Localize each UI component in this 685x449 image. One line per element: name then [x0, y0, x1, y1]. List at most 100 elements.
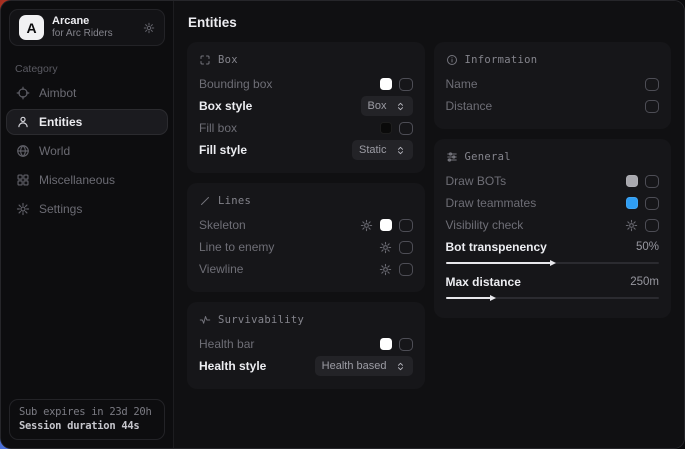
- checkbox-distance[interactable]: [645, 100, 659, 113]
- row-name: Name: [446, 73, 660, 95]
- entities-icon: [16, 115, 30, 129]
- row-skeleton: Skeleton: [199, 214, 413, 236]
- panel-title: Lines: [218, 195, 251, 207]
- row-fill-style: Fill style Static: [199, 139, 413, 161]
- chevrons-up-down-icon: [395, 145, 406, 156]
- panel-title: Box: [218, 54, 238, 66]
- pulse-icon: [199, 314, 211, 326]
- row-distance: Distance: [446, 95, 660, 117]
- color-swatch[interactable]: [380, 219, 392, 231]
- checkbox-name[interactable]: [645, 78, 659, 91]
- dropdown-value: Health based: [322, 360, 387, 372]
- slash-icon: [199, 195, 211, 207]
- slider-track[interactable]: [446, 262, 660, 264]
- panel-title: General: [465, 151, 511, 163]
- color-swatch[interactable]: [626, 197, 638, 209]
- dropdown-fill-style[interactable]: Static: [352, 140, 413, 160]
- panel-header: Survivability: [199, 312, 413, 328]
- slider-value: 50%: [636, 241, 659, 253]
- sidebar-item-entities[interactable]: Entities: [6, 109, 168, 135]
- survivability-panel: SurvivabilityHealth barHealth styleHealt…: [187, 302, 425, 389]
- row-label: Box style: [199, 99, 252, 113]
- chevrons-up-down-icon: [395, 361, 406, 372]
- row-settings-gear-icon[interactable]: [379, 241, 392, 254]
- grid-icon: [16, 173, 30, 187]
- checkbox-line-to-enemy[interactable]: [399, 241, 413, 254]
- sidebar-item-label: World: [39, 144, 70, 158]
- main-content: Entities Box Bounding box Box style Box Fill…: [174, 1, 684, 448]
- slider-label: Max distance: [446, 275, 521, 289]
- sidebar-item-settings[interactable]: Settings: [6, 196, 168, 222]
- slider-row-bot-transpenency: Bot transpenency 50%: [446, 236, 660, 271]
- dropdown-box-style[interactable]: Box: [361, 96, 413, 116]
- checkbox-skeleton[interactable]: [399, 219, 413, 232]
- panel-header: Box: [199, 52, 413, 68]
- sidebar-item-aimbot[interactable]: Aimbot: [6, 80, 168, 106]
- sub-expires-text: Sub expires in 23d 20h: [19, 406, 155, 418]
- checkbox-draw-teammates[interactable]: [645, 197, 659, 210]
- row-label: Name: [446, 77, 478, 91]
- panel-header: Information: [446, 52, 660, 68]
- row-settings-gear-icon[interactable]: [360, 219, 373, 232]
- dropdown-health-style[interactable]: Health based: [315, 356, 413, 376]
- row-label: Health bar: [199, 337, 254, 351]
- row-label: Draw BOTs: [446, 174, 507, 188]
- row-label: Fill box: [199, 121, 237, 135]
- row-line-to-enemy: Line to enemy: [199, 236, 413, 258]
- row-bounding-box: Bounding box: [199, 73, 413, 95]
- sidebar-item-label: Aimbot: [39, 86, 76, 100]
- checkbox-draw-bots[interactable]: [645, 175, 659, 188]
- app-subtitle: for Arc Riders: [52, 28, 135, 40]
- slider-value: 250m: [630, 276, 659, 288]
- sidebar-item-miscellaneous[interactable]: Miscellaneous: [6, 167, 168, 193]
- color-swatch[interactable]: [380, 78, 392, 90]
- row-settings-gear-icon[interactable]: [625, 219, 638, 232]
- checkbox-fill-box[interactable]: [399, 122, 413, 135]
- category-label: Category: [15, 63, 173, 75]
- color-swatch[interactable]: [380, 338, 392, 350]
- session-duration-text: Session duration 44s: [19, 420, 155, 432]
- row-draw-bots: Draw BOTs: [446, 170, 660, 192]
- sidebar-item-world[interactable]: World: [6, 138, 168, 164]
- row-draw-teammates: Draw teammates: [446, 192, 660, 214]
- chevrons-up-down-icon: [395, 101, 406, 112]
- general-panel: GeneralDraw BOTsDraw teammatesVisibility…: [434, 139, 672, 318]
- row-settings-gear-icon[interactable]: [379, 263, 392, 276]
- row-viewline: Viewline: [199, 258, 413, 280]
- right-column: Information Name Distance General Draw BOTs D…: [434, 42, 672, 318]
- row-label: Skeleton: [199, 218, 246, 232]
- color-swatch[interactable]: [380, 122, 392, 134]
- slider-track[interactable]: [446, 297, 660, 299]
- checkbox-viewline[interactable]: [399, 263, 413, 276]
- row-health-style: Health style Health based: [199, 355, 413, 377]
- info-icon: [446, 54, 458, 66]
- panel-header: Lines: [199, 193, 413, 209]
- globe-icon: [16, 144, 30, 158]
- checkbox-health-bar[interactable]: [399, 338, 413, 351]
- sliders-icon: [446, 151, 458, 163]
- checkbox-visibility-check[interactable]: [645, 219, 659, 232]
- sidebar-item-label: Settings: [39, 202, 82, 216]
- row-label: Health style: [199, 359, 266, 373]
- sidebar: A Arcane for Arc Riders Category AimbotE…: [1, 1, 174, 448]
- checkbox-bounding-box[interactable]: [399, 78, 413, 91]
- box-panel: Box Bounding box Box style Box Fill box Fill …: [187, 42, 425, 173]
- slider-row-max-distance: Max distance 250m: [446, 271, 660, 306]
- header-gear-icon[interactable]: [143, 22, 155, 34]
- slider-label: Bot transpenency: [446, 240, 547, 254]
- row-label: Draw teammates: [446, 196, 537, 210]
- row-health-bar: Health bar: [199, 333, 413, 355]
- gear-icon: [16, 202, 30, 216]
- row-label: Fill style: [199, 143, 247, 157]
- color-swatch[interactable]: [626, 175, 638, 187]
- row-fill-box: Fill box: [199, 117, 413, 139]
- slider-fill[interactable]: [446, 262, 553, 264]
- slider-fill[interactable]: [446, 297, 493, 299]
- row-label: Bounding box: [199, 77, 272, 91]
- page-title: Entities: [188, 15, 671, 30]
- row-label: Viewline: [199, 262, 243, 276]
- subscription-card: Sub expires in 23d 20h Session duration …: [9, 399, 165, 440]
- row-label: Distance: [446, 99, 493, 113]
- information-panel: Information Name Distance: [434, 42, 672, 129]
- scan-icon: [199, 54, 211, 66]
